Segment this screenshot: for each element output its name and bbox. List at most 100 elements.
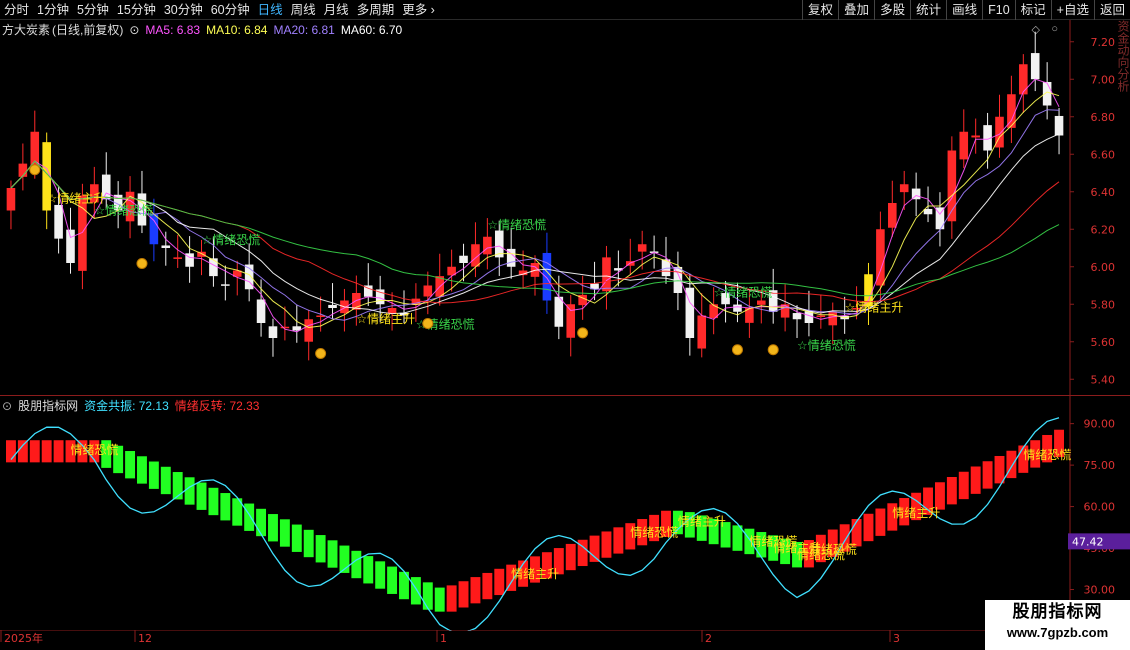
emotion-bar xyxy=(565,543,576,571)
emotion-bar xyxy=(387,566,398,594)
emotion-bar xyxy=(351,550,362,579)
emotion-bar xyxy=(17,440,28,463)
watermark-title: 股朋指标网 xyxy=(1012,602,1103,621)
emotion-bar xyxy=(137,456,147,484)
coin-marker-icon xyxy=(577,327,589,339)
coin-marker-icon xyxy=(731,344,743,356)
candle-body xyxy=(66,229,75,263)
period-tab-8[interactable]: 月线 xyxy=(320,0,353,20)
candle-body xyxy=(899,184,909,193)
main-ytick-label: 6.00 xyxy=(1091,261,1116,274)
candle-body xyxy=(1019,64,1028,95)
candle-body xyxy=(816,315,826,317)
candle-body xyxy=(423,285,433,297)
toolbar-button-1[interactable]: 叠加 xyxy=(838,0,874,20)
indicator-signal-label: 情绪恐慌 xyxy=(71,443,119,457)
emotion-bar xyxy=(244,503,255,531)
signal-label: ☆情绪主升 xyxy=(845,300,904,314)
main-ytick-label: 6.80 xyxy=(1091,111,1116,124)
candle-body xyxy=(304,319,313,342)
emotion-bar xyxy=(363,556,374,584)
emotion-bar xyxy=(315,535,326,563)
candle-body xyxy=(971,135,980,138)
emotion-bar xyxy=(601,531,612,558)
candle-body xyxy=(792,313,802,320)
emotion-bar xyxy=(863,513,874,542)
toolbar-button-6[interactable]: 标记 xyxy=(1014,0,1051,20)
indicator-ytick-label: 90.00 xyxy=(1084,418,1116,431)
emotion-bar xyxy=(494,568,505,596)
indicator-signal-label: 情绪主升 xyxy=(892,506,940,520)
candle-body xyxy=(256,299,266,323)
emotion-bar xyxy=(184,477,195,505)
period-tab-10[interactable]: 更多 › xyxy=(398,0,439,20)
main-ytick-label: 7.20 xyxy=(1091,36,1116,49)
emotion-bar xyxy=(970,466,981,494)
period-tab-2[interactable]: 5分钟 xyxy=(73,0,113,20)
emotion-bar xyxy=(589,535,600,562)
signal-label: ☆情绪主升 xyxy=(356,312,415,326)
emotion-bar xyxy=(410,577,421,605)
emotion-bar xyxy=(29,440,40,463)
candle-body xyxy=(268,326,278,338)
emotion-bar xyxy=(279,519,290,547)
indicator-signal-label: 情绪主升 xyxy=(511,567,559,581)
emotion-bar xyxy=(434,587,445,612)
toolbar-button-3[interactable]: 统计 xyxy=(910,0,946,20)
toolbar-button-2[interactable]: 多股 xyxy=(874,0,910,20)
signal-label: ☆情绪恐慌 xyxy=(487,218,546,232)
emotion-bar xyxy=(268,514,278,542)
emotion-bars-group xyxy=(6,429,1064,612)
period-toolbar: 分时 1分钟 5分钟 15分钟 30分钟 60分钟 日线 周线 月线 多周期 更多 › 复权 叠加 多股… xyxy=(0,0,1130,20)
candle-body xyxy=(280,326,290,329)
period-tab-3[interactable]: 15分钟 xyxy=(113,0,160,20)
emotion-bar xyxy=(446,585,457,612)
emotion-bar xyxy=(946,477,957,505)
toolbar-button-0[interactable]: 复权 xyxy=(802,0,838,20)
candles-group xyxy=(6,31,1064,361)
candlestick-chart[interactable]: 7.20 7.00 6.80 6.60 6.40 6.20 6.00 5.80 5.60 5.40… xyxy=(0,20,1130,395)
candle-body xyxy=(483,236,492,255)
current-value-label: 47.42 xyxy=(1072,535,1104,548)
toolbar-button-8[interactable]: 返回 xyxy=(1093,0,1130,20)
period-tab-1[interactable]: 1分钟 xyxy=(33,0,73,20)
emotion-bar xyxy=(613,527,624,554)
main-chart-panel[interactable]: 方大炭素 (日线,前复权) ⊙ MA5: 6.83 MA10: 6.84 MA20:… xyxy=(0,20,1130,395)
time-tick-label: 3 xyxy=(893,632,900,645)
time-axis: 2025年 12 1 2 3 xyxy=(0,630,1070,645)
candle-body xyxy=(828,311,838,326)
emotion-bar xyxy=(958,471,969,500)
emotion-bar xyxy=(875,508,886,536)
toolbar-button-7[interactable]: +自选 xyxy=(1050,0,1094,20)
emotion-bar xyxy=(994,455,1005,484)
period-tab-7[interactable]: 周线 xyxy=(287,0,320,20)
coin-marker-icon xyxy=(29,164,41,176)
watermark-url: www.7gpzb.com xyxy=(1006,625,1109,640)
emotion-bar xyxy=(208,487,219,516)
main-ytick-label: 6.60 xyxy=(1091,148,1116,161)
toolbar-button-5[interactable]: F10 xyxy=(982,0,1015,20)
candle-body xyxy=(923,208,933,215)
emotion-bar xyxy=(327,540,338,568)
emotion-bar xyxy=(458,581,469,608)
indicator-chart[interactable]: 90.0075.0060.0045.0030.0047.42情绪恐慌情绪主升情绪… xyxy=(0,396,1130,631)
time-tick-label: 2025年 xyxy=(4,631,43,645)
main-ytick-label: 6.20 xyxy=(1091,223,1116,236)
toolbar-button-4[interactable]: 画线 xyxy=(946,0,982,20)
emotion-bar xyxy=(220,493,231,521)
candle-body xyxy=(328,304,337,308)
emotion-bar xyxy=(160,466,171,495)
toolbar-buttons: 复权 叠加 多股 统计 画线 F10 标记 +自选 返回 xyxy=(802,0,1130,20)
candle-body xyxy=(959,131,969,160)
indicator-panel[interactable]: ⊙ 股朋指标网 资金共振: 72.13 情绪反转: 72.33 90.00 75.0… xyxy=(0,395,1130,631)
period-tab-5[interactable]: 60分钟 xyxy=(207,0,254,20)
period-tab-4[interactable]: 30分钟 xyxy=(160,0,207,20)
period-tab-0[interactable]: 分时 xyxy=(0,0,33,20)
period-tab-9[interactable]: 多周期 xyxy=(353,0,399,20)
indicator-ytick-label: 60.00 xyxy=(1084,501,1116,514)
candle-body xyxy=(566,304,576,338)
period-tab-6[interactable]: 日线 xyxy=(254,0,287,20)
candle-body xyxy=(1030,53,1040,80)
candle-body xyxy=(757,300,766,305)
candle-body xyxy=(554,296,564,327)
